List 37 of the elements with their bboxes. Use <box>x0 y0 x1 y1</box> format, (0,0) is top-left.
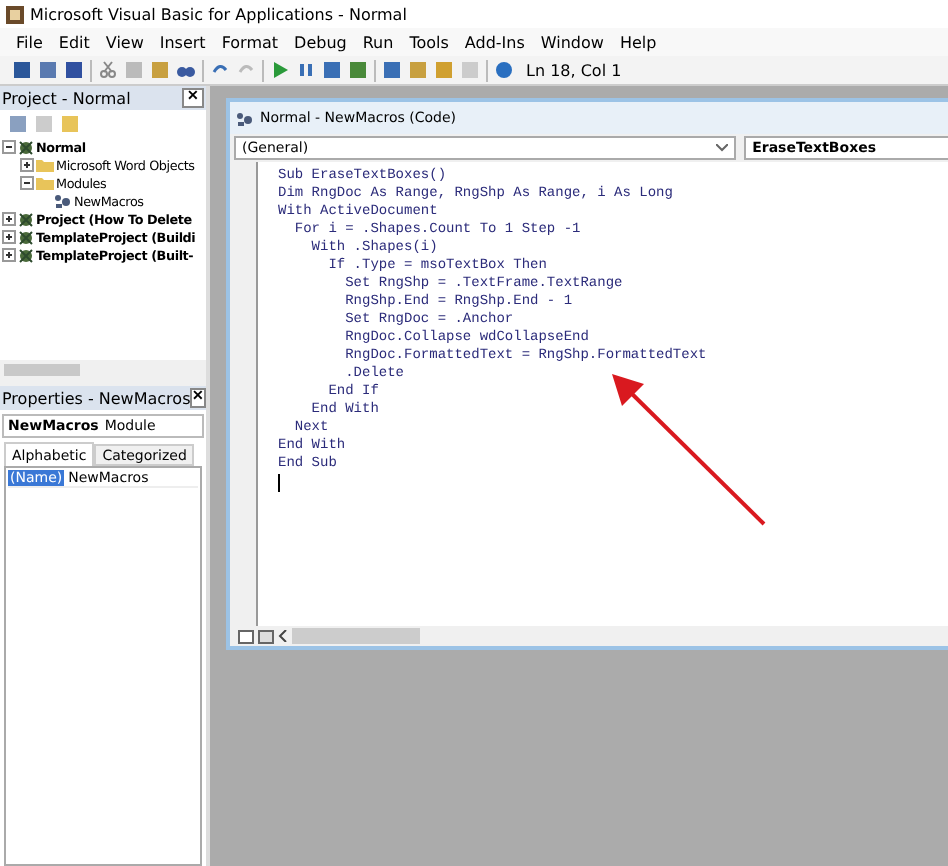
menu-item[interactable]: File <box>16 33 43 51</box>
menu-item[interactable]: Add-Ins <box>464 33 525 51</box>
procedure-view-icon[interactable] <box>238 629 254 643</box>
menu-item[interactable]: Help <box>619 33 657 51</box>
app-icon <box>6 5 24 23</box>
expand-icon[interactable] <box>2 248 16 262</box>
help-icon[interactable] <box>494 60 514 80</box>
menu-item[interactable]: Format <box>221 33 279 51</box>
pane-title: Project - Normal <box>2 89 131 107</box>
project-icon <box>18 139 34 155</box>
text-caret <box>278 474 280 492</box>
pause-icon[interactable] <box>296 60 316 80</box>
collapse-icon[interactable] <box>20 176 34 190</box>
expand-icon[interactable] <box>2 212 16 226</box>
menu-item[interactable]: Window <box>540 33 604 51</box>
expand-icon[interactable] <box>2 230 16 244</box>
scroll-left-icon[interactable] <box>278 630 288 642</box>
scrollbar-thumb[interactable] <box>292 628 420 644</box>
module-icon <box>54 194 72 208</box>
menu-item[interactable]: Edit <box>58 33 90 51</box>
run-icon[interactable] <box>270 60 290 80</box>
menu-item[interactable]: Run <box>362 33 394 51</box>
window-title: Microsoft Visual Basic for Applications - Normal <box>30 5 407 23</box>
menu-item[interactable]: Debug <box>294 33 347 51</box>
cursor-position: Ln 18, Col 1 <box>526 61 622 79</box>
scrollbar-thumb[interactable] <box>4 363 80 375</box>
stop-icon[interactable] <box>322 60 342 80</box>
menu-item[interactable]: Tools <box>409 33 449 51</box>
cut-icon[interactable] <box>98 60 118 80</box>
pane-title: Properties - NewMacros <box>2 389 191 407</box>
module-icon <box>236 111 254 125</box>
collapse-icon[interactable] <box>2 140 16 154</box>
menu-item[interactable]: Insert <box>159 33 206 51</box>
menu-item[interactable]: View <box>105 33 144 51</box>
caret-icon <box>716 144 729 152</box>
expand-icon[interactable] <box>20 158 34 172</box>
full-module-view-icon[interactable] <box>258 629 274 643</box>
